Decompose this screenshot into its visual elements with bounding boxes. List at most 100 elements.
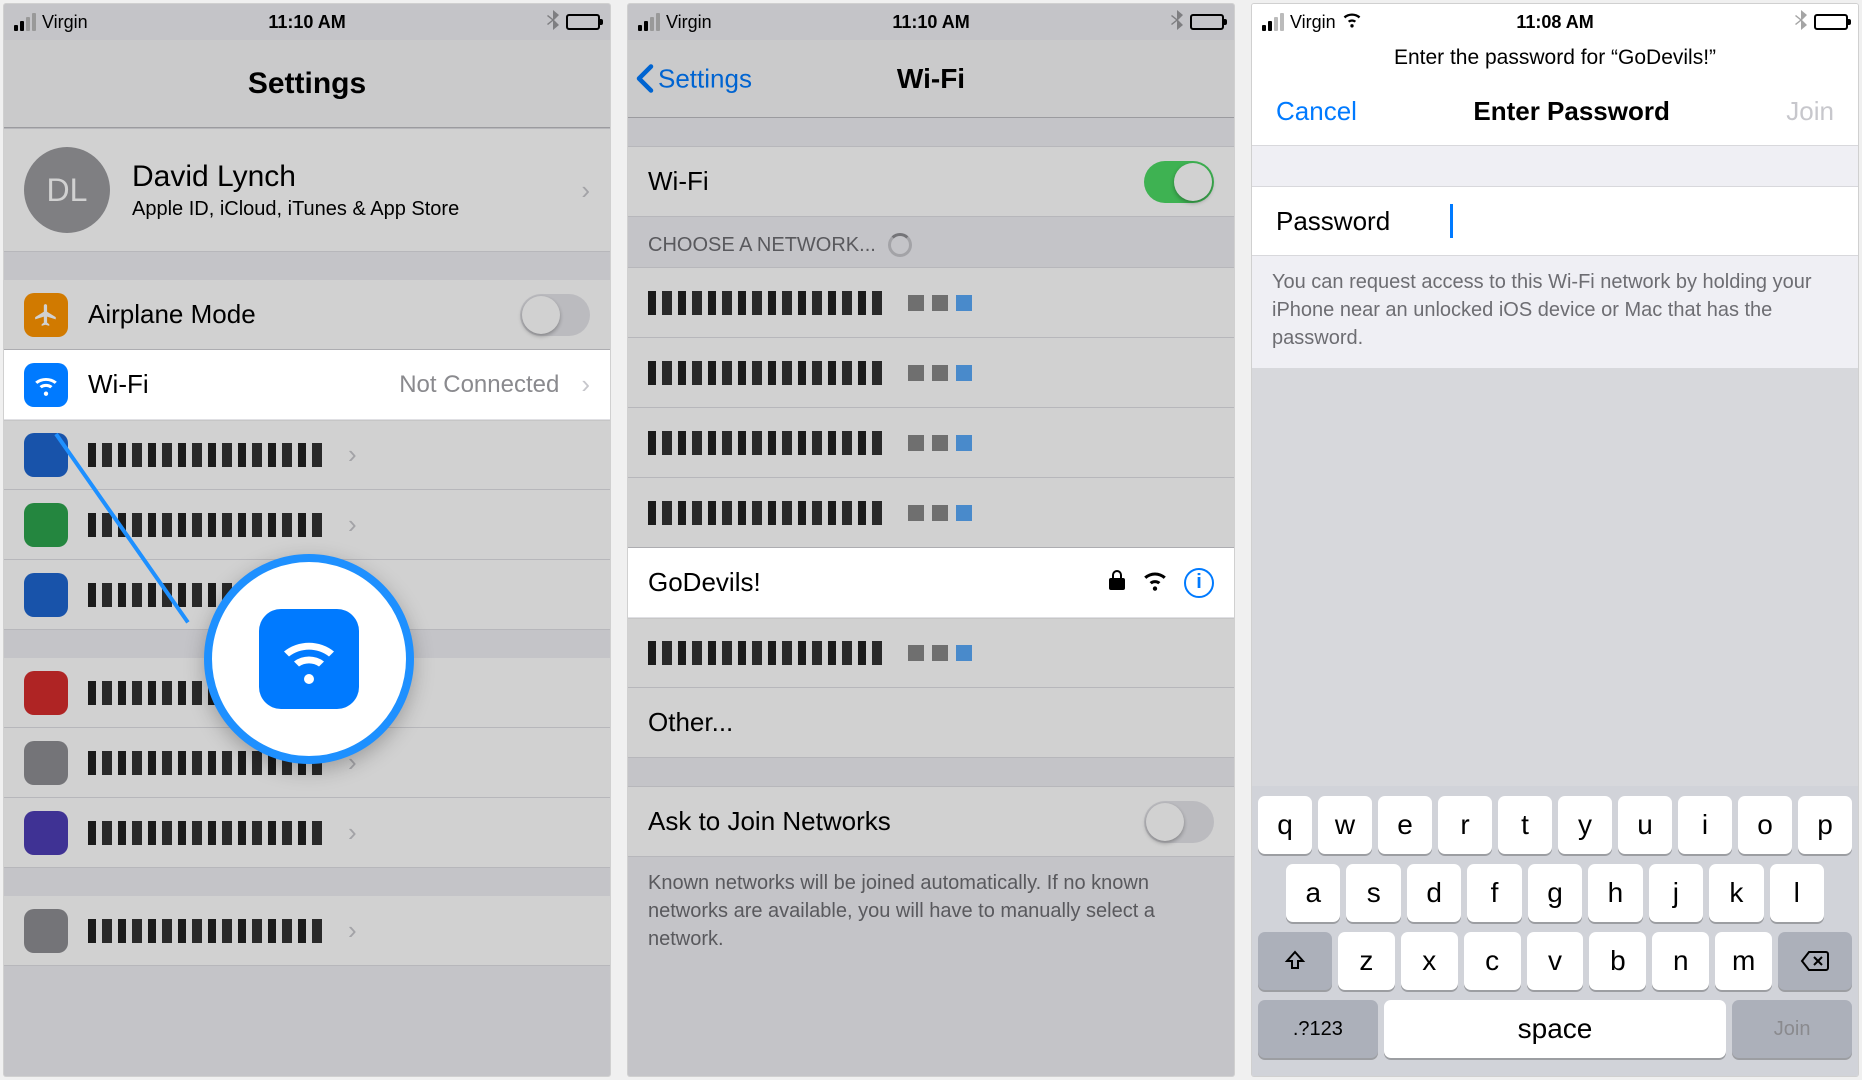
- chevron-right-icon: ›: [581, 175, 590, 206]
- keyboard-row-1: q w e r t y u i o p: [1258, 796, 1852, 854]
- obscured-label: [88, 443, 328, 467]
- wifi-toggle-label: Wi-Fi: [648, 166, 1124, 197]
- clock: 11:10 AM: [892, 12, 969, 33]
- password-prompt: Enter the password for “GoDevils!”: [1252, 40, 1858, 78]
- apple-id-row[interactable]: DL David Lynch Apple ID, iCloud, iTunes …: [4, 128, 610, 252]
- ask-to-join-label: Ask to Join Networks: [648, 806, 1124, 837]
- key-t[interactable]: t: [1498, 796, 1552, 854]
- screenshot-enter-password: Virgin 11:08 AM Enter the password for “…: [1252, 4, 1858, 1076]
- network-row-godevils[interactable]: GoDevils! i: [628, 548, 1234, 618]
- bluetooth-icon: [546, 10, 560, 35]
- back-label: Settings: [658, 63, 752, 94]
- key-k[interactable]: k: [1709, 864, 1763, 922]
- key-q[interactable]: q: [1258, 796, 1312, 854]
- text-cursor: [1450, 204, 1453, 238]
- screenshot-settings-root: Virgin 11:10 AM Settings DL David Lynch …: [4, 4, 610, 1076]
- key-r[interactable]: r: [1438, 796, 1492, 854]
- wifi-settings-row[interactable]: Wi-Fi Not Connected ›: [4, 350, 610, 420]
- airplane-mode-row[interactable]: Airplane Mode: [4, 280, 610, 350]
- settings-row-obscured[interactable]: ›: [4, 798, 610, 868]
- wifi-switch[interactable]: [1144, 161, 1214, 203]
- signal-icon: [638, 13, 660, 31]
- obscured-label: [88, 821, 328, 845]
- back-button[interactable]: Settings: [636, 63, 752, 94]
- other-label: Other...: [648, 707, 1214, 738]
- key-s[interactable]: s: [1346, 864, 1400, 922]
- chevron-right-icon: ›: [581, 369, 590, 400]
- wifi-detail: Not Connected: [399, 371, 559, 399]
- key-symbols[interactable]: .?123: [1258, 1000, 1378, 1058]
- join-button[interactable]: Join: [1786, 96, 1834, 127]
- key-h[interactable]: h: [1588, 864, 1642, 922]
- key-f[interactable]: f: [1467, 864, 1521, 922]
- app-icon: [24, 909, 68, 953]
- key-a[interactable]: a: [1286, 864, 1340, 922]
- keyboard-row-4: .?123 space Join: [1258, 1000, 1852, 1058]
- wifi-toggle-row: Wi-Fi: [628, 147, 1234, 217]
- profile-subtitle: Apple ID, iCloud, iTunes & App Store: [132, 198, 559, 221]
- wifi-label: Wi-Fi: [88, 369, 379, 400]
- battery-icon: [1190, 14, 1224, 30]
- app-icon: [24, 503, 68, 547]
- status-bar: Virgin 11:08 AM: [1252, 4, 1858, 40]
- key-x[interactable]: x: [1401, 932, 1458, 990]
- key-n[interactable]: n: [1652, 932, 1709, 990]
- key-backspace[interactable]: [1778, 932, 1852, 990]
- password-field-row[interactable]: Password: [1252, 186, 1858, 256]
- cancel-button[interactable]: Cancel: [1276, 96, 1357, 127]
- network-row-obscured[interactable]: [628, 478, 1234, 548]
- key-i[interactable]: i: [1678, 796, 1732, 854]
- app-icon: [24, 811, 68, 855]
- empty-area: [1252, 368, 1858, 786]
- network-row-obscured[interactable]: [628, 618, 1234, 688]
- key-y[interactable]: y: [1558, 796, 1612, 854]
- settings-row-obscured[interactable]: ›: [4, 490, 610, 560]
- key-p[interactable]: p: [1798, 796, 1852, 854]
- key-m[interactable]: m: [1715, 932, 1772, 990]
- settings-row-obscured[interactable]: ›: [4, 896, 610, 966]
- keyboard-row-2: a s d f g h j k l: [1258, 864, 1852, 922]
- airplane-mode-switch[interactable]: [520, 294, 590, 336]
- key-w[interactable]: w: [1318, 796, 1372, 854]
- key-z[interactable]: z: [1338, 932, 1395, 990]
- page-title: Wi-Fi: [897, 63, 965, 95]
- key-space[interactable]: space: [1384, 1000, 1726, 1058]
- key-j[interactable]: j: [1649, 864, 1703, 922]
- avatar: DL: [24, 147, 110, 233]
- signal-icon: [14, 13, 36, 31]
- obscured-label: [88, 919, 328, 943]
- key-g[interactable]: g: [1528, 864, 1582, 922]
- loading-spinner-icon: [888, 233, 912, 257]
- airplane-icon: [24, 293, 68, 337]
- battery-icon: [566, 14, 600, 30]
- network-row-obscured[interactable]: [628, 408, 1234, 478]
- key-l[interactable]: l: [1770, 864, 1824, 922]
- clock: 11:10 AM: [268, 12, 345, 33]
- nav-header: Settings Wi-Fi: [628, 40, 1234, 118]
- key-e[interactable]: e: [1378, 796, 1432, 854]
- key-shift[interactable]: [1258, 932, 1332, 990]
- key-u[interactable]: u: [1618, 796, 1672, 854]
- key-d[interactable]: d: [1407, 864, 1461, 922]
- network-row-obscured[interactable]: [628, 338, 1234, 408]
- key-v[interactable]: v: [1527, 932, 1584, 990]
- key-o[interactable]: o: [1738, 796, 1792, 854]
- password-label: Password: [1276, 206, 1390, 237]
- screenshot-wifi-list: Virgin 11:10 AM Settings Wi-Fi Wi-Fi CHO…: [628, 4, 1234, 1076]
- bluetooth-icon: [1170, 10, 1184, 35]
- network-row-obscured[interactable]: [628, 268, 1234, 338]
- battery-icon: [1814, 14, 1848, 30]
- choose-network-header: CHOOSE A NETWORK...: [628, 217, 1234, 267]
- carrier-label: Virgin: [666, 12, 712, 33]
- info-icon[interactable]: i: [1184, 568, 1214, 598]
- lock-icon: [1108, 567, 1126, 598]
- other-network-row[interactable]: Other...: [628, 688, 1234, 758]
- key-c[interactable]: c: [1464, 932, 1521, 990]
- ask-to-join-switch[interactable]: [1144, 801, 1214, 843]
- carrier-label: Virgin: [1290, 12, 1336, 33]
- key-join[interactable]: Join: [1732, 1000, 1852, 1058]
- wifi-icon-large: [259, 609, 359, 709]
- settings-row-obscured[interactable]: ›: [4, 420, 610, 490]
- network-name: GoDevils!: [648, 567, 1088, 598]
- key-b[interactable]: b: [1589, 932, 1646, 990]
